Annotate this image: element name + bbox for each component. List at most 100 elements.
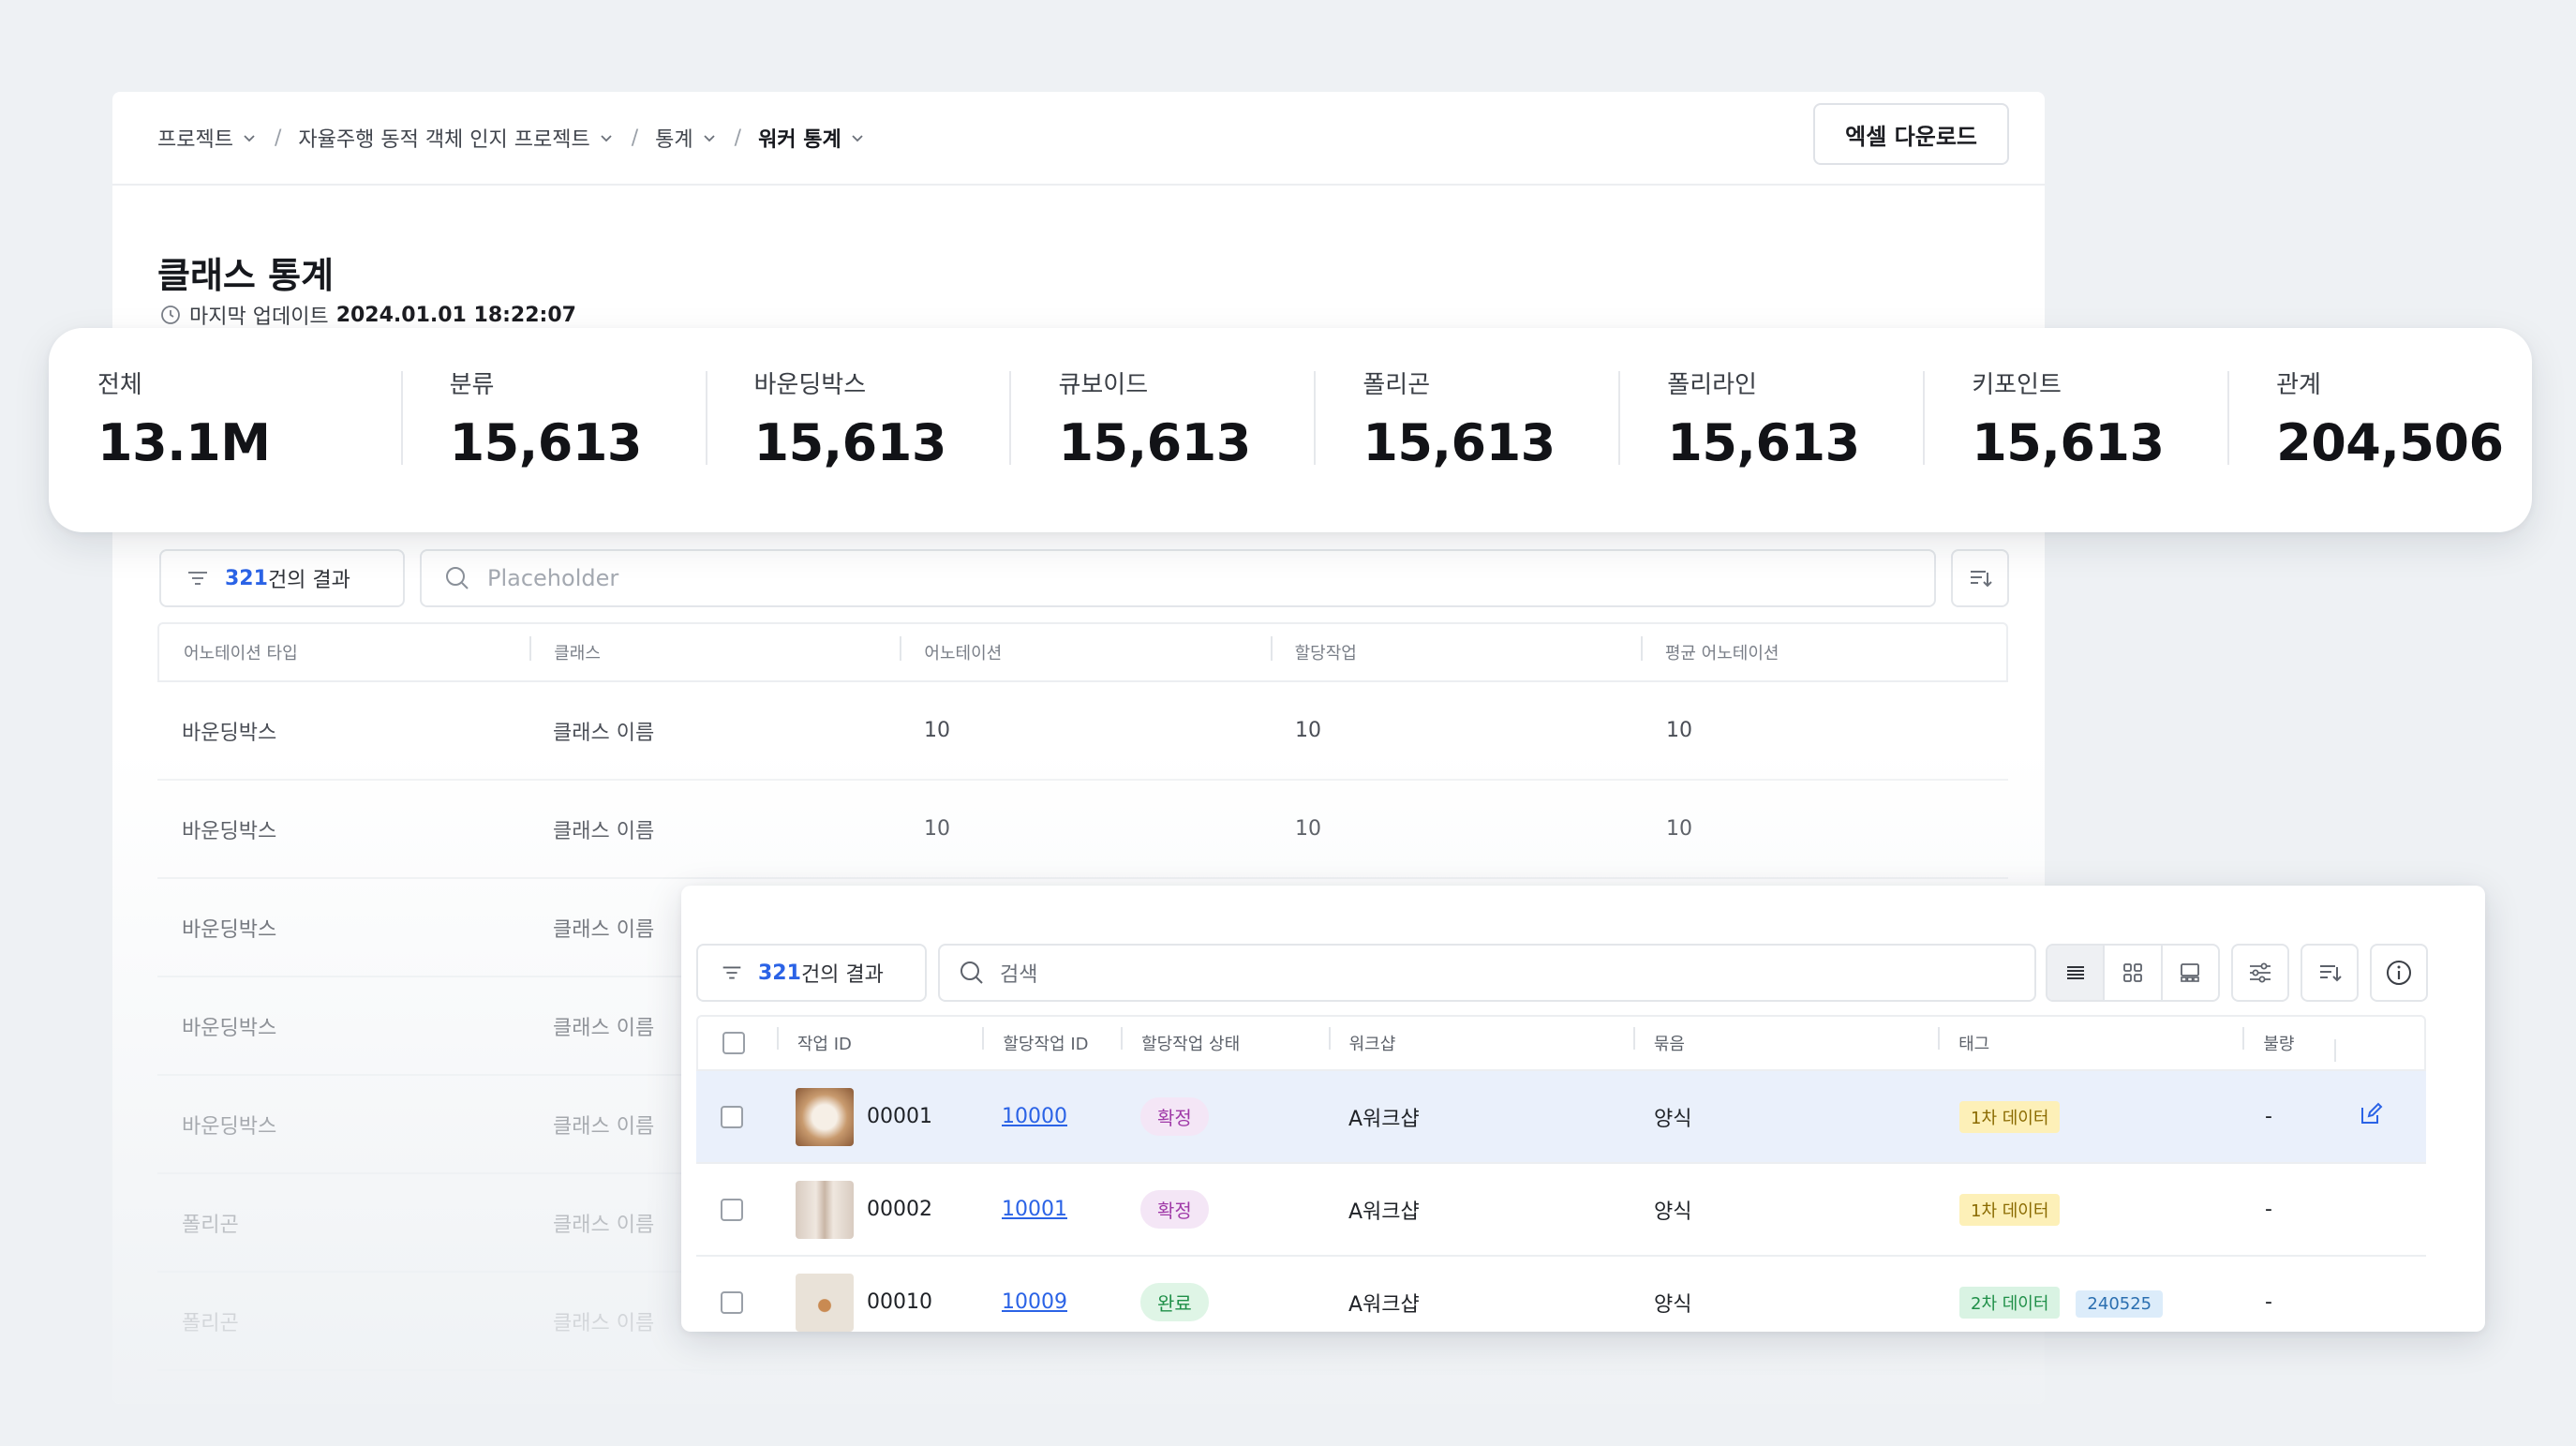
cell-bundle: 양식 bbox=[1654, 1292, 1692, 1317]
stat-polygon: 폴리곤 15,613 bbox=[1314, 360, 1618, 500]
sort-button[interactable] bbox=[2301, 944, 2359, 1002]
column-header[interactable]: 작업 ID bbox=[776, 1027, 983, 1055]
column-header[interactable]: 평균 어노테이션 bbox=[1640, 636, 2006, 664]
stat-value: 15,613 bbox=[1972, 413, 2165, 472]
stats-summary-card: 전체 13.1M 분류 15,613 바운딩박스 15,613 큐보이드 15,… bbox=[49, 328, 2532, 532]
breadcrumb-item-statistics[interactable]: 통계 bbox=[655, 123, 717, 153]
list-view-icon bbox=[2066, 966, 2084, 979]
gallery-view-button[interactable] bbox=[2160, 946, 2218, 1000]
column-header[interactable]: 어노테이션 bbox=[900, 636, 1270, 664]
cell-assignment: 10 bbox=[1295, 719, 1321, 742]
task-thumbnail[interactable] bbox=[796, 1087, 854, 1146]
cell-tags: 1차 데이터 bbox=[1939, 1193, 2244, 1226]
tag-badge: 240525 bbox=[2076, 1289, 2164, 1318]
cell-assign-id: 10009 bbox=[981, 1290, 1120, 1314]
cell-avg-annotation: 10 bbox=[1666, 719, 1692, 742]
list-view-button[interactable] bbox=[2047, 946, 2104, 1000]
cell-status: 확정 bbox=[1120, 1190, 1328, 1229]
breadcrumb-label: 워커 통계 bbox=[758, 128, 841, 152]
cell-annotation-type: 바운딩박스 bbox=[182, 721, 277, 745]
cell-status: 확정 bbox=[1120, 1097, 1328, 1136]
column-header[interactable]: 할당작업 상태 bbox=[1121, 1027, 1329, 1055]
table-row[interactable]: 00001 10000 확정 A워크샵 양식 1차 데이터 - bbox=[696, 1071, 2426, 1164]
assign-id-link[interactable]: 10000 bbox=[1002, 1105, 1067, 1128]
column-settings-button[interactable] bbox=[2231, 944, 2289, 1002]
row-checkbox[interactable] bbox=[721, 1198, 743, 1221]
breadcrumb-separator: / bbox=[274, 126, 282, 150]
task-thumbnail[interactable] bbox=[796, 1273, 854, 1332]
cell-tags: 2차 데이터 240525 bbox=[1939, 1286, 2244, 1319]
result-filter-button[interactable]: 321 건의 결과 bbox=[696, 944, 927, 1002]
cell-annotation-type: 폴리곤 bbox=[182, 1311, 239, 1335]
cell-annotation-type: 바운딩박스 bbox=[182, 1016, 277, 1040]
cell-annotation: 10 bbox=[924, 719, 950, 742]
assign-id-link[interactable]: 10009 bbox=[1002, 1290, 1067, 1314]
search-input[interactable]: Placeholder bbox=[420, 549, 1936, 607]
breadcrumb-separator: / bbox=[734, 126, 742, 150]
cell-bundle: 양식 bbox=[1654, 1107, 1692, 1131]
stat-bounding-box: 바운딩박스 15,613 bbox=[705, 360, 1010, 500]
stat-value: 15,613 bbox=[449, 413, 643, 472]
grid-view-button[interactable] bbox=[2103, 946, 2160, 1000]
column-header[interactable]: 할당작업 bbox=[1270, 636, 1641, 664]
cell-class: 클래스 이름 bbox=[553, 721, 655, 745]
table-header: 어노테이션 타입 클래스 어노테이션 할당작업 평균 어노테이션 bbox=[157, 622, 2008, 682]
result-filter-button[interactable]: 321 건의 결과 bbox=[159, 549, 405, 607]
row-checkbox[interactable] bbox=[721, 1105, 743, 1128]
cell-annotation-type: 바운딩박스 bbox=[182, 819, 277, 843]
stat-relation: 관계 204,506 bbox=[2227, 360, 2532, 500]
stat-value: 13.1M bbox=[97, 413, 271, 472]
task-table: 작업 ID 할당작업 ID 할당작업 상태 워크샵 묶음 태그 불량 00001… bbox=[696, 1015, 2426, 1332]
table-row[interactable]: 바운딩박스 클래스 이름 10 10 10 bbox=[157, 682, 2008, 781]
status-badge: 확정 bbox=[1140, 1190, 1209, 1229]
table-row[interactable]: 00002 10001 확정 A워크샵 양식 1차 데이터 - bbox=[696, 1164, 2426, 1257]
search-placeholder: Placeholder bbox=[487, 565, 619, 591]
sort-icon bbox=[2320, 965, 2342, 982]
excel-download-button[interactable]: 엑셀 다운로드 bbox=[1813, 103, 2009, 165]
status-badge: 확정 bbox=[1140, 1097, 1209, 1136]
chevron-down-icon bbox=[852, 135, 863, 142]
stat-value: 15,613 bbox=[1362, 413, 1556, 472]
breadcrumb-item-project[interactable]: 프로젝트 bbox=[157, 123, 258, 153]
result-suffix: 건의 결과 bbox=[267, 569, 350, 592]
last-update-label: 마지막 업데이트 bbox=[189, 306, 329, 329]
column-header[interactable]: 묶음 bbox=[1632, 1027, 1938, 1055]
status-badge: 완료 bbox=[1140, 1283, 1209, 1321]
cell-annotation-type: 바운딩박스 bbox=[182, 917, 277, 942]
assign-id-link[interactable]: 10001 bbox=[1002, 1198, 1067, 1221]
column-header[interactable]: 클래스 bbox=[529, 636, 900, 664]
table-row[interactable]: 바운딩박스 클래스 이름 10 10 10 bbox=[157, 781, 2008, 879]
column-header[interactable]: 워크샵 bbox=[1328, 1027, 1633, 1055]
cell-status: 완료 bbox=[1120, 1283, 1328, 1321]
column-header[interactable]: 할당작업 ID bbox=[982, 1027, 1121, 1055]
cell-defect: - bbox=[2265, 1198, 2272, 1221]
task-thumbnail[interactable] bbox=[796, 1180, 854, 1239]
row-select-cell bbox=[696, 1105, 775, 1128]
sort-button[interactable] bbox=[1951, 549, 2009, 607]
task-list-panel: 321 건의 결과 검색 작업 ID 할당작업 ID 할당작업 상태 워크샵 묶… bbox=[681, 886, 2485, 1332]
column-header[interactable]: 불량 bbox=[2242, 1027, 2334, 1055]
select-all-checkbox[interactable] bbox=[722, 1032, 745, 1054]
row-checkbox[interactable] bbox=[721, 1290, 743, 1314]
tag-badge: 1차 데이터 bbox=[1959, 1193, 2061, 1226]
breadcrumb-item-project-name[interactable]: 자율주행 동적 객체 인지 프로젝트 bbox=[298, 123, 614, 153]
search-icon bbox=[960, 962, 983, 984]
column-header[interactable]: 태그 bbox=[1938, 1027, 2242, 1055]
cell-annotation-type: 폴리곤 bbox=[182, 1213, 239, 1237]
search-input[interactable]: 검색 bbox=[938, 944, 2036, 1002]
stat-label: 전체 bbox=[97, 371, 142, 399]
stat-cuboid: 큐보이드 15,613 bbox=[1009, 360, 1314, 500]
cell-actions bbox=[2336, 1100, 2426, 1134]
column-header[interactable]: 어노테이션 타입 bbox=[159, 640, 529, 664]
chevron-down-icon bbox=[601, 135, 612, 142]
cell-workshop: A워크샵 bbox=[1348, 1292, 1420, 1317]
result-count: 321 bbox=[758, 961, 801, 985]
info-icon bbox=[2387, 961, 2411, 985]
edit-icon[interactable] bbox=[2357, 1100, 2385, 1128]
table-row[interactable]: 00010 10009 완료 A워크샵 양식 2차 데이터 240525 - bbox=[696, 1257, 2426, 1332]
cell-annotation-type: 바운딩박스 bbox=[182, 1114, 277, 1139]
breadcrumb-label: 통계 bbox=[655, 128, 693, 152]
info-button[interactable] bbox=[2370, 944, 2428, 1002]
stat-polyline: 폴리라인 15,613 bbox=[1618, 360, 1923, 500]
breadcrumb-item-worker-stats[interactable]: 워커 통계 bbox=[758, 123, 866, 153]
